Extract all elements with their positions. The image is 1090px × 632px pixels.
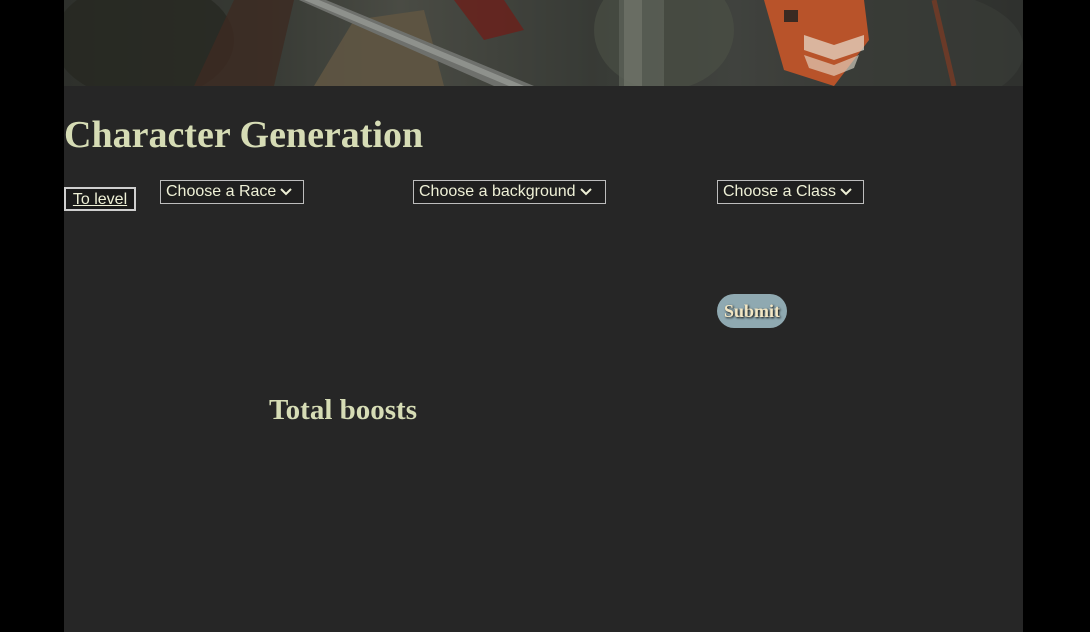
page-content: Character Generation To level Choose a R… bbox=[64, 0, 1023, 632]
class-select[interactable]: Choose a Class bbox=[717, 180, 864, 204]
page-title: Character Generation bbox=[64, 114, 424, 156]
header-banner-image bbox=[64, 0, 1023, 86]
total-boosts-heading: Total boosts bbox=[269, 394, 418, 426]
submit-button[interactable]: Submit bbox=[717, 294, 787, 328]
background-select[interactable]: Choose a background bbox=[413, 180, 606, 204]
chevron-down-icon bbox=[579, 181, 592, 203]
background-select-label: Choose a background bbox=[419, 183, 576, 201]
race-select-label: Choose a Race bbox=[166, 183, 277, 201]
banner-artwork bbox=[64, 0, 1023, 86]
to-level-button[interactable]: To level bbox=[64, 187, 136, 211]
race-select[interactable]: Choose a Race bbox=[160, 180, 304, 204]
chevron-down-icon bbox=[840, 181, 852, 203]
class-select-label: Choose a Class bbox=[723, 183, 836, 201]
chevron-down-icon bbox=[280, 181, 293, 203]
